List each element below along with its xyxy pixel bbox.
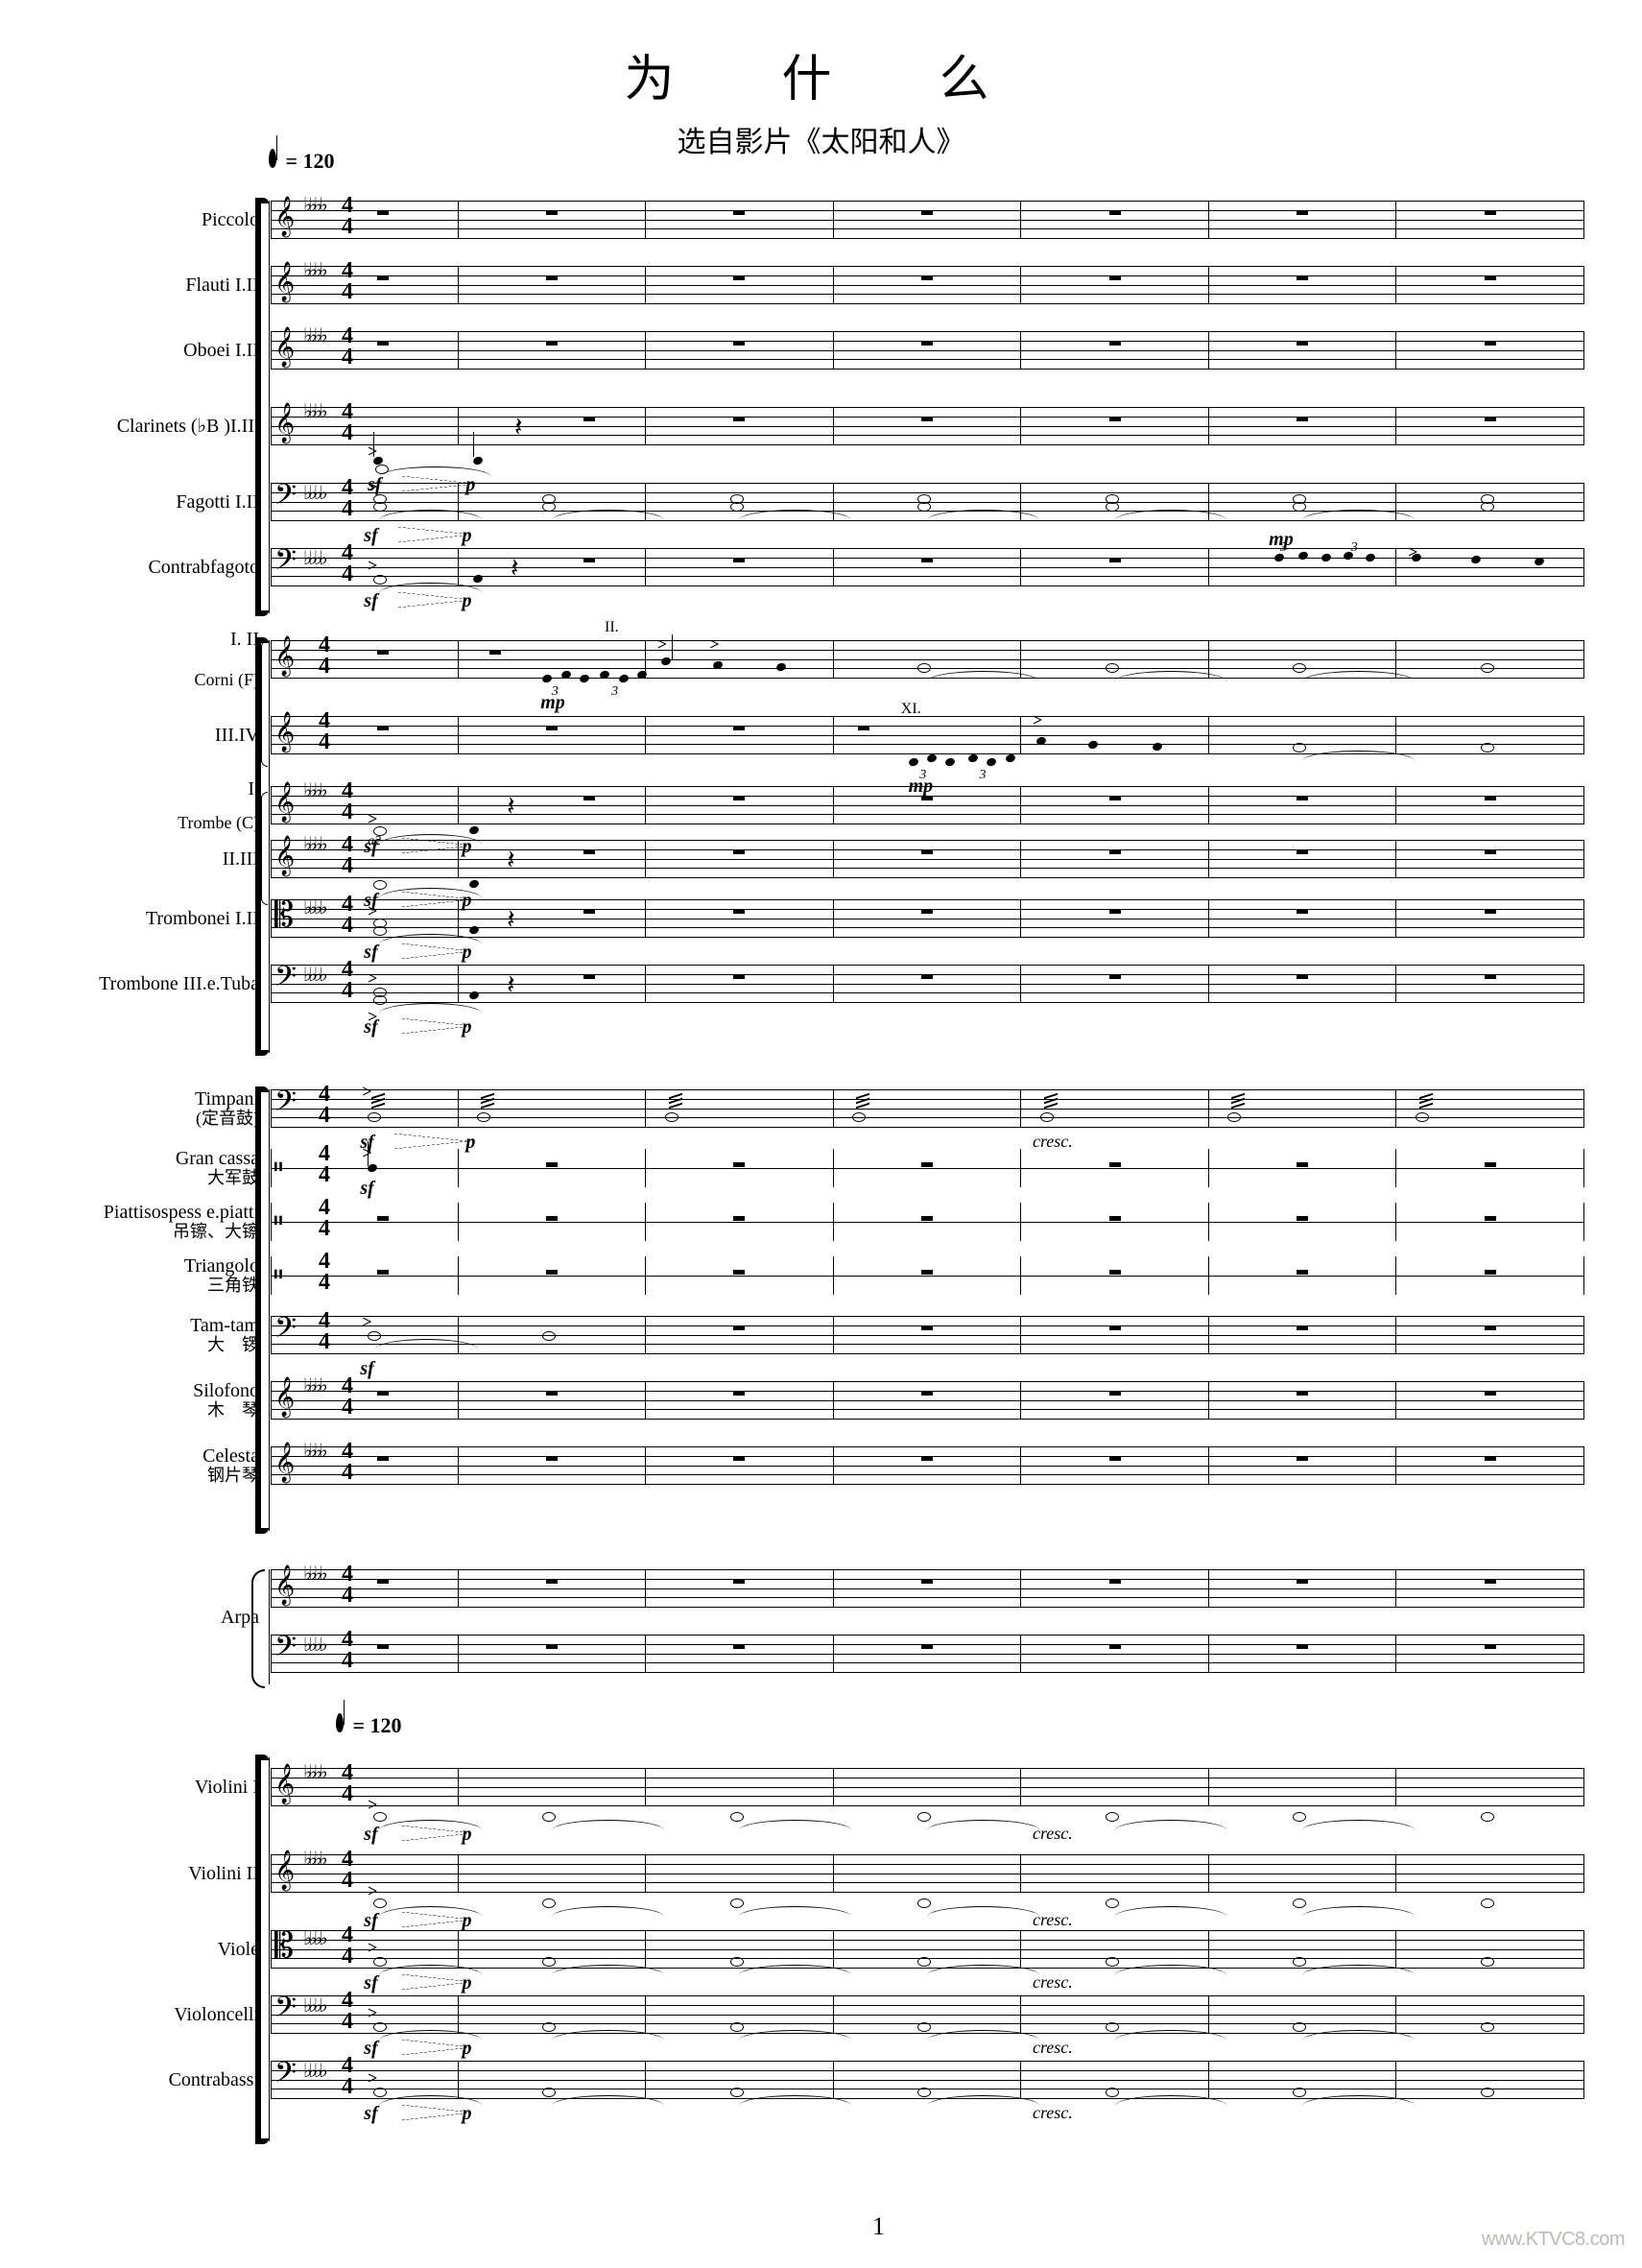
staff-trombone-3-tuba: ♭♭♭♭ 44 sf p xyxy=(271,965,1584,1003)
label-silofono: Silofono木 琴 xyxy=(67,1380,271,1420)
strings-group: Violini I ♭♭♭♭ 44 sf p cresc. xyxy=(67,1744,1584,2113)
staff-fagotti: ♭♭♭♭ 44 sf p xyxy=(271,483,1584,521)
row-silofono: Silofono木 琴 ♭♭♭♭ 44 xyxy=(67,1368,1584,1433)
label-tamtam: Tam-tam大 锣 xyxy=(67,1315,271,1355)
percussion-group: Timpani(定音鼓) 44 sf p cresc. xyxy=(67,1076,1584,1498)
staff-oboei: ♭♭♭♭ 44 xyxy=(271,331,1584,370)
row-celesta: Celesta钢片琴 ♭♭♭♭ 44 xyxy=(67,1433,1584,1498)
row-gran-cassa: Gran cassa大军鼓 44 sf xyxy=(67,1141,1584,1195)
label-contrabassi: Contrabassi xyxy=(67,2069,271,2090)
quarter-note-icon xyxy=(269,149,276,168)
score-title: 为 什 么 xyxy=(58,38,1584,110)
label-trombe-2-3: II.III xyxy=(67,848,271,870)
score-system: Piccolo ♭♭♭♭ 44 Flauti I.II ♭♭♭♭ 44 xyxy=(67,187,1584,2191)
row-trombone-3-tuba: Trombone III.e.Tuba ♭♭♭♭ 44 sf p xyxy=(67,951,1584,1016)
label-corni-3-4: III.IV xyxy=(67,725,271,746)
label-corni-1-2: I. II Corni (F) xyxy=(67,629,271,690)
label-gran-cassa: Gran cassa大军鼓 xyxy=(67,1148,271,1188)
row-oboei: Oboei I.II ♭♭♭♭ 44 xyxy=(67,318,1584,383)
barlines xyxy=(271,201,1584,239)
staff-timpani: 44 sf p cresc. xyxy=(271,1089,1584,1128)
label-triangolo: Triangolo三角铁 xyxy=(67,1255,271,1296)
row-viole: Viole ♭♭♭♭ 44 sf p cresc. xyxy=(67,1917,1584,1982)
staff-trombe-2-3: ♭♭♭♭ 44 a2sf p xyxy=(271,840,1584,878)
row-piccolo: Piccolo ♭♭♭♭ 44 xyxy=(67,187,1584,252)
arpa-group: Arpa ♭♭♭♭ 44 ♭♭♭♭ 44 xyxy=(67,1556,1584,1686)
label-trombe-1: I. Trombe (C) xyxy=(67,779,271,831)
label-piccolo: Piccolo xyxy=(67,209,271,230)
staff-arpa-bass: ♭♭♭♭ 44 xyxy=(271,1635,1584,1673)
staff-clarinets: ♭♭♭♭ 44 sf xyxy=(271,407,1584,445)
tempo-text: = 120 xyxy=(286,149,335,173)
staff-piccolo: ♭♭♭♭ 44 xyxy=(271,201,1584,239)
label-timpani: Timpani(定音鼓) xyxy=(67,1088,271,1129)
label-violini-2: Violini II xyxy=(67,1863,271,1884)
row-violini-1: Violini I ♭♭♭♭ 44 sf p cresc. xyxy=(67,1744,1584,1830)
label-flauti: Flauti I.II xyxy=(67,275,271,296)
row-corni-3-4: III.IV 44 XI. 3 3 mp xyxy=(67,692,1584,778)
row-tamtam: Tam-tam大 锣 44 sf xyxy=(67,1302,1584,1368)
row-fagotti: Fagotti I.II ♭♭♭♭ 44 sf p xyxy=(67,469,1584,535)
label-violoncelli: Violoncelli xyxy=(67,2004,271,2025)
label-contrabfagoto: Contrabfagoto xyxy=(67,557,271,578)
row-arpa-bottom: ♭♭♭♭ 44 xyxy=(67,1621,1584,1686)
staff-trombe-1: ♭♭♭♭ 44 sf p xyxy=(271,786,1584,824)
score-page: 为 什 么 选自影片《太阳和人》 = 120 Piccolo ♭♭♭♭ 44 F… xyxy=(0,0,1642,2268)
quarter-note-icon xyxy=(336,1713,344,1732)
staff-contrabfagoto: ♭♭♭♭ 44 sf p mp 3 3 xyxy=(271,548,1584,586)
row-contrabassi: Contrabassi ♭♭♭♭ 44 sf p cresc. xyxy=(67,2047,1584,2113)
label-violini-1: Violini I xyxy=(67,1777,271,1798)
marker-XI: XI. xyxy=(901,701,921,718)
staff-flauti: ♭♭♭♭ 44 xyxy=(271,266,1584,304)
staff-contrabassi: ♭♭♭♭ 44 sf p cresc. xyxy=(271,2061,1584,2099)
staff-celesta: ♭♭♭♭ 44 xyxy=(271,1446,1584,1485)
row-trombonei-1-2: Trombonei I.II ♭♭♭♭ 44 sf p xyxy=(67,886,1584,951)
staff-silofono: ♭♭♭♭ 44 xyxy=(271,1381,1584,1420)
tempo-marking-strings: = 120 xyxy=(336,1713,402,1738)
label-trombonei-1-2: Trombonei I.II xyxy=(67,908,271,929)
staff-violini-1: ♭♭♭♭ 44 sf p cresc. xyxy=(271,1768,1584,1806)
row-flauti: Flauti I.II ♭♭♭♭ 44 xyxy=(67,252,1584,318)
page-number: 1 xyxy=(58,2212,1642,2241)
staff-violoncelli: ♭♭♭♭ 44 sf p cresc. xyxy=(271,1995,1584,2034)
staff-trombonei-1-2: ♭♭♭♭ 44 sf p xyxy=(271,899,1584,938)
row-corni-1-2: I. II Corni (F) 44 3 3 mp xyxy=(67,627,1584,692)
horns-group: II. I. II Corni (F) 44 3 xyxy=(67,627,1584,1016)
row-contrabfagoto: Contrabfagoto ♭♭♭♭ 44 sf p mp 3 xyxy=(67,535,1584,600)
row-violini-2: Violini II ♭♭♭♭ 44 sf p cresc. xyxy=(67,1830,1584,1917)
label-celesta: Celesta钢片琴 xyxy=(67,1445,271,1486)
staff-corni-1-2: 44 3 3 mp xyxy=(271,640,1584,679)
label-fagotti: Fagotti I.II xyxy=(67,491,271,513)
row-trombe-2-3: II.III ♭♭♭♭ 44 a2sf p xyxy=(67,832,1584,886)
row-timpani: Timpani(定音鼓) 44 sf p cresc. xyxy=(67,1076,1584,1141)
woodwinds-group: Piccolo ♭♭♭♭ 44 Flauti I.II ♭♭♭♭ 44 xyxy=(67,187,1584,600)
staff-triangolo: 44 xyxy=(271,1256,1584,1295)
label-oboei: Oboei I.II xyxy=(67,340,271,361)
label-viole: Viole xyxy=(67,1939,271,1960)
tempo-marking-top: = 120 xyxy=(269,149,335,174)
row-triangolo: Triangolo三角铁 44 xyxy=(67,1249,1584,1302)
staff-tamtam: 44 sf xyxy=(271,1316,1584,1354)
staff-arpa-treble: ♭♭♭♭ 44 xyxy=(271,1569,1584,1608)
staff-gran-cassa: 44 sf xyxy=(271,1149,1584,1187)
staff-viole: ♭♭♭♭ 44 sf p cresc. xyxy=(271,1930,1584,1969)
watermark: www.KTVC8.com xyxy=(1482,2229,1625,2251)
row-piatti: Piattisospess e.piatti吊镲、大镲 44 xyxy=(67,1195,1584,1249)
row-clarinets: Clarinets (♭B )I.II. ♭♭♭♭ 44 sf xyxy=(67,383,1584,469)
staff-piatti: 44 xyxy=(271,1203,1584,1241)
staff-corni-3-4: 44 XI. 3 3 mp xyxy=(271,716,1584,754)
label-trombone-3-tuba: Trombone III.e.Tuba xyxy=(67,973,271,994)
label-clarinets: Clarinets (♭B )I.II. xyxy=(67,416,271,437)
dynamic-a2: a2 xyxy=(368,834,381,849)
row-arpa-top: Arpa ♭♭♭♭ 44 xyxy=(67,1556,1584,1621)
staff-violini-2: ♭♭♭♭ 44 sf p cresc. xyxy=(271,1854,1584,1893)
label-piatti: Piattisospess e.piatti吊镲、大镲 xyxy=(67,1202,271,1242)
row-trombe-1: I. Trombe (C) ♭♭♭♭ 44 sf p xyxy=(67,778,1584,832)
row-violoncelli: Violoncelli ♭♭♭♭ 44 sf p cresc. xyxy=(67,1982,1584,2047)
